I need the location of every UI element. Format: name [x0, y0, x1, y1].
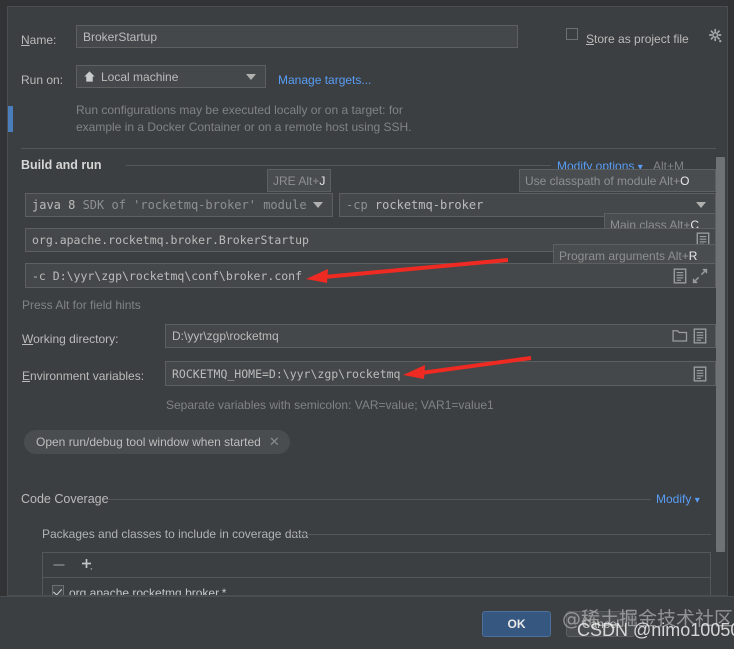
- document-icon[interactable]: [692, 365, 708, 382]
- coverage-list-toolbar: [42, 552, 711, 578]
- environment-variables-input[interactable]: ROCKETMQ_HOME=D:\yyr\zgp\rocketmq: [165, 361, 716, 386]
- coverage-item-label: org.apache.rocketmq.broker.*: [69, 586, 227, 596]
- environment-variables-value: ROCKETMQ_HOME=D:\yyr\zgp\rocketmq: [172, 366, 401, 381]
- store-as-project-file-label: Store as project file: [586, 32, 689, 46]
- main-class-value: org.apache.rocketmq.broker.BrokerStartup: [32, 233, 309, 247]
- use-classpath-hint-badge: Use classpath of module Alt+ O: [519, 169, 716, 192]
- vertical-scrollbar-thumb[interactable]: [716, 157, 725, 552]
- chevron-down-icon: [246, 73, 256, 80]
- home-icon: [84, 71, 95, 82]
- document-icon[interactable]: [672, 267, 688, 284]
- cancel-button[interactable]: Cancel: [566, 611, 635, 637]
- program-arguments-input[interactable]: -c D:\yyr\zgp\rocketmq\conf\broker.conf: [25, 263, 716, 288]
- expand-icon[interactable]: [692, 268, 708, 284]
- code-coverage-title: Code Coverage: [21, 492, 109, 506]
- plus-icon[interactable]: [80, 557, 96, 573]
- folder-icon[interactable]: [672, 328, 688, 344]
- document-icon[interactable]: [692, 328, 708, 344]
- coverage-item-checkbox[interactable]: [52, 585, 64, 595]
- minus-icon[interactable]: [52, 559, 66, 571]
- close-icon[interactable]: ✕: [269, 434, 280, 450]
- manage-targets-link[interactable]: Manage targets...: [278, 73, 371, 87]
- classpath-value: -cp rocketmq-broker: [346, 198, 484, 212]
- working-directory-input[interactable]: D:\yyr\zgp\rocketmq: [165, 324, 716, 348]
- jre-value: java 8 SDK of 'rocketmq-broker' module: [32, 198, 307, 212]
- run-on-combo[interactable]: Local machine: [76, 65, 266, 88]
- field-hints-text: Press Alt for field hints: [22, 298, 141, 312]
- chip-label: Open run/debug tool window when started: [36, 435, 261, 449]
- environment-variables-label: Environment variables:: [22, 369, 145, 383]
- run-on-description-line-1: Run configurations may be executed local…: [76, 103, 403, 117]
- code-coverage-modify-link[interactable]: Modify ▾: [656, 492, 700, 506]
- name-input[interactable]: BrokerStartup: [76, 25, 518, 48]
- gear-icon[interactable]: [708, 28, 724, 44]
- divider-above-build-and-run: [21, 148, 716, 149]
- run-on-value: Local machine: [101, 69, 179, 84]
- run-configuration-dialog: Name: BrokerStartup Store as project fil…: [0, 0, 734, 649]
- name-label: Name:: [21, 33, 57, 47]
- jre-hint-badge: JRE Alt+ J: [267, 169, 331, 192]
- selection-accent-bar: [8, 106, 13, 132]
- divider-build-and-run: [126, 165, 551, 166]
- run-on-description-line-2: example in a Docker Container or on a re…: [76, 120, 412, 134]
- window-frame-left: [0, 0, 7, 596]
- ok-button[interactable]: OK: [482, 611, 551, 637]
- divider-code-coverage: [105, 499, 651, 500]
- working-directory-value: D:\yyr\zgp\rocketmq: [172, 329, 279, 343]
- open-run-debug-tool-window-chip[interactable]: Open run/debug tool window when started …: [24, 430, 290, 454]
- vertical-scrollbar-track[interactable]: [716, 157, 725, 557]
- environment-variables-hint: Separate variables with semicolon: VAR=v…: [166, 398, 494, 412]
- working-directory-label: Working directory:: [22, 332, 119, 346]
- window-frame-right: [728, 0, 734, 596]
- coverage-subsection-title: Packages and classes to include in cover…: [42, 527, 309, 541]
- store-as-project-file-checkbox[interactable]: [566, 28, 578, 40]
- chevron-down-icon: [313, 202, 323, 208]
- program-arguments-value: -c D:\yyr\zgp\rocketmq\conf\broker.conf: [32, 268, 303, 283]
- run-on-label: Run on:: [21, 73, 64, 87]
- build-and-run-title: Build and run: [21, 158, 102, 172]
- divider-coverage-subsection: [293, 534, 711, 535]
- jre-combo[interactable]: java 8 SDK of 'rocketmq-broker' module: [25, 193, 333, 217]
- chevron-down-icon: [696, 202, 706, 208]
- dialog-footer: OK Cancel: [0, 596, 734, 649]
- name-input-value: BrokerStartup: [83, 29, 158, 44]
- dialog-content-pane: Name: BrokerStartup Store as project fil…: [7, 6, 728, 596]
